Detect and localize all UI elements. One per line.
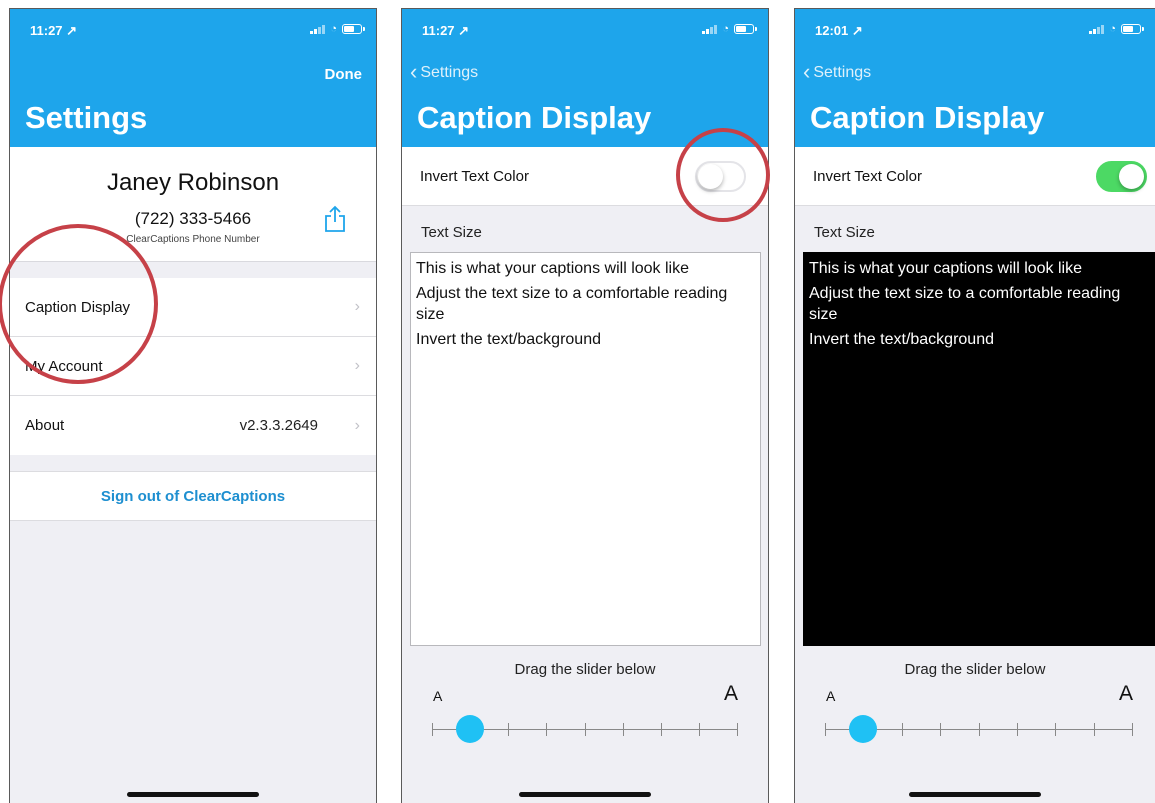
invert-text-color-toggle[interactable]	[695, 161, 746, 192]
nav-header: 12:01 ↗ ◔ ‹ Settings Caption Display	[795, 9, 1155, 147]
share-icon[interactable]	[324, 205, 346, 233]
large-text-icon: A	[723, 682, 738, 705]
status-time: 11:27 ↗	[30, 23, 78, 38]
user-name: Janey Robinson	[106, 169, 280, 196]
slider-tick	[584, 723, 586, 736]
slider-tick	[1016, 723, 1018, 736]
user-phone-number: (722) 333-5466	[134, 209, 252, 228]
home-indicator[interactable]	[519, 792, 651, 797]
toggle-label: Invert Text Color	[813, 168, 922, 185]
slider-tick	[825, 723, 826, 736]
large-text-icon: A	[1118, 682, 1133, 705]
nav-header: 11:27 ↗ ◔ Done Settings	[10, 9, 376, 147]
preview-line: Adjust the text size to a comfortable re…	[809, 285, 1121, 323]
chevron-right-icon: ›	[354, 298, 360, 315]
back-button[interactable]: ‹ Settings	[410, 59, 479, 84]
back-label: Settings	[420, 64, 479, 81]
back-button[interactable]: ‹ Settings	[803, 59, 872, 84]
cell-signal-icon	[1089, 25, 1105, 34]
nav-header: 11:27 ↗ ◔ ‹ Settings Caption Display	[402, 9, 768, 147]
status-time: 12:01 ↗	[815, 23, 863, 38]
slider-tick	[546, 723, 548, 736]
settings-screen: 11:27 ↗ ◔ Done Settings Janey Robinson (…	[9, 8, 377, 803]
battery-icon	[342, 24, 365, 34]
slider-tick	[660, 723, 662, 736]
invert-text-color-row: Invert Text Color	[795, 147, 1155, 206]
preview-line: This is what your captions will look lik…	[416, 260, 689, 277]
preview-line: Invert the text/background	[416, 331, 601, 348]
about-row[interactable]: About v2.3.3.2649 ›	[10, 396, 376, 455]
chevron-right-icon: ›	[354, 357, 360, 374]
status-icons: ◔	[310, 23, 365, 35]
text-size-slider[interactable]	[825, 714, 1133, 744]
caption-display-row[interactable]: Caption Display ›	[10, 278, 376, 337]
chevron-left-icon: ‹	[410, 59, 418, 84]
wifi-icon: ◔	[330, 23, 337, 35]
app-version: v2.3.3.2649	[239, 417, 318, 434]
slider-tick	[508, 723, 510, 736]
page-title: Settings	[25, 100, 148, 135]
wifi-icon: ◔	[722, 23, 729, 35]
toggle-knob	[698, 164, 723, 189]
small-text-icon: A	[826, 688, 836, 704]
caption-preview: This is what your captions will look lik…	[410, 252, 761, 646]
status-time: 11:27 ↗	[422, 23, 470, 38]
slider-tick	[432, 723, 433, 736]
sign-out-button[interactable]: Sign out of ClearCaptions	[10, 471, 376, 521]
page-title: Caption Display	[810, 100, 1045, 135]
toggle-knob	[1119, 164, 1144, 189]
status-icons: ◔	[1089, 23, 1144, 35]
home-indicator[interactable]	[127, 792, 259, 797]
chevron-left-icon: ‹	[803, 59, 811, 84]
slider-tick	[1093, 723, 1095, 736]
invert-text-color-row: Invert Text Color	[402, 147, 768, 206]
preview-line: This is what your captions will look lik…	[809, 260, 1082, 277]
text-size-label: Text Size	[814, 224, 875, 241]
preview-line: Adjust the text size to a comfortable re…	[416, 285, 728, 323]
slider-tick	[737, 723, 738, 736]
done-button[interactable]: Done	[325, 66, 363, 83]
row-label: Caption Display	[25, 298, 131, 316]
caption-display-screen-default: 11:27 ↗ ◔ ‹ Settings Caption Display Inv…	[401, 8, 769, 803]
cell-signal-icon	[310, 25, 326, 34]
slider-tick	[622, 723, 624, 736]
caption-display-screen-inverted: 12:01 ↗ ◔ ‹ Settings Caption Display Inv…	[794, 8, 1155, 803]
status-icons: ◔	[702, 23, 757, 35]
battery-icon	[734, 24, 757, 34]
slider-tick	[978, 723, 980, 736]
wifi-icon: ◔	[1109, 23, 1116, 35]
row-label: About	[25, 417, 65, 434]
chevron-right-icon: ›	[354, 416, 360, 434]
row-label: My Account	[25, 357, 103, 375]
battery-icon	[1121, 24, 1144, 34]
caption-preview: This is what your captions will look lik…	[803, 252, 1155, 646]
slider-tick	[698, 723, 700, 736]
slider-hint: Drag the slider below	[514, 661, 656, 678]
home-indicator[interactable]	[909, 792, 1041, 797]
text-size-slider[interactable]	[432, 714, 738, 744]
cell-signal-icon	[702, 25, 718, 34]
toggle-label: Invert Text Color	[420, 168, 529, 185]
my-account-row[interactable]: My Account ›	[10, 337, 376, 396]
slider-tick	[1055, 723, 1057, 736]
small-text-icon: A	[433, 688, 443, 704]
slider-hint: Drag the slider below	[904, 661, 1046, 678]
text-size-label: Text Size	[421, 224, 482, 241]
slider-tick	[1132, 723, 1133, 736]
invert-text-color-toggle[interactable]	[1096, 161, 1147, 192]
slider-tick	[901, 723, 903, 736]
slider-thumb[interactable]	[456, 715, 485, 743]
settings-list: Caption Display › My Account › About v2.…	[10, 278, 376, 455]
slider-tick	[940, 723, 942, 736]
screenshot-stage: 11:27 ↗ ◔ Done Settings Janey Robinson (…	[0, 0, 1155, 803]
page-title: Caption Display	[417, 100, 652, 135]
phone-number-caption: ClearCaptions Phone Number	[126, 234, 260, 245]
slider-thumb[interactable]	[849, 715, 878, 743]
back-label: Settings	[813, 64, 872, 81]
preview-line: Invert the text/background	[809, 331, 994, 348]
profile-card: Janey Robinson (722) 333-5466 ClearCapti…	[10, 147, 376, 262]
